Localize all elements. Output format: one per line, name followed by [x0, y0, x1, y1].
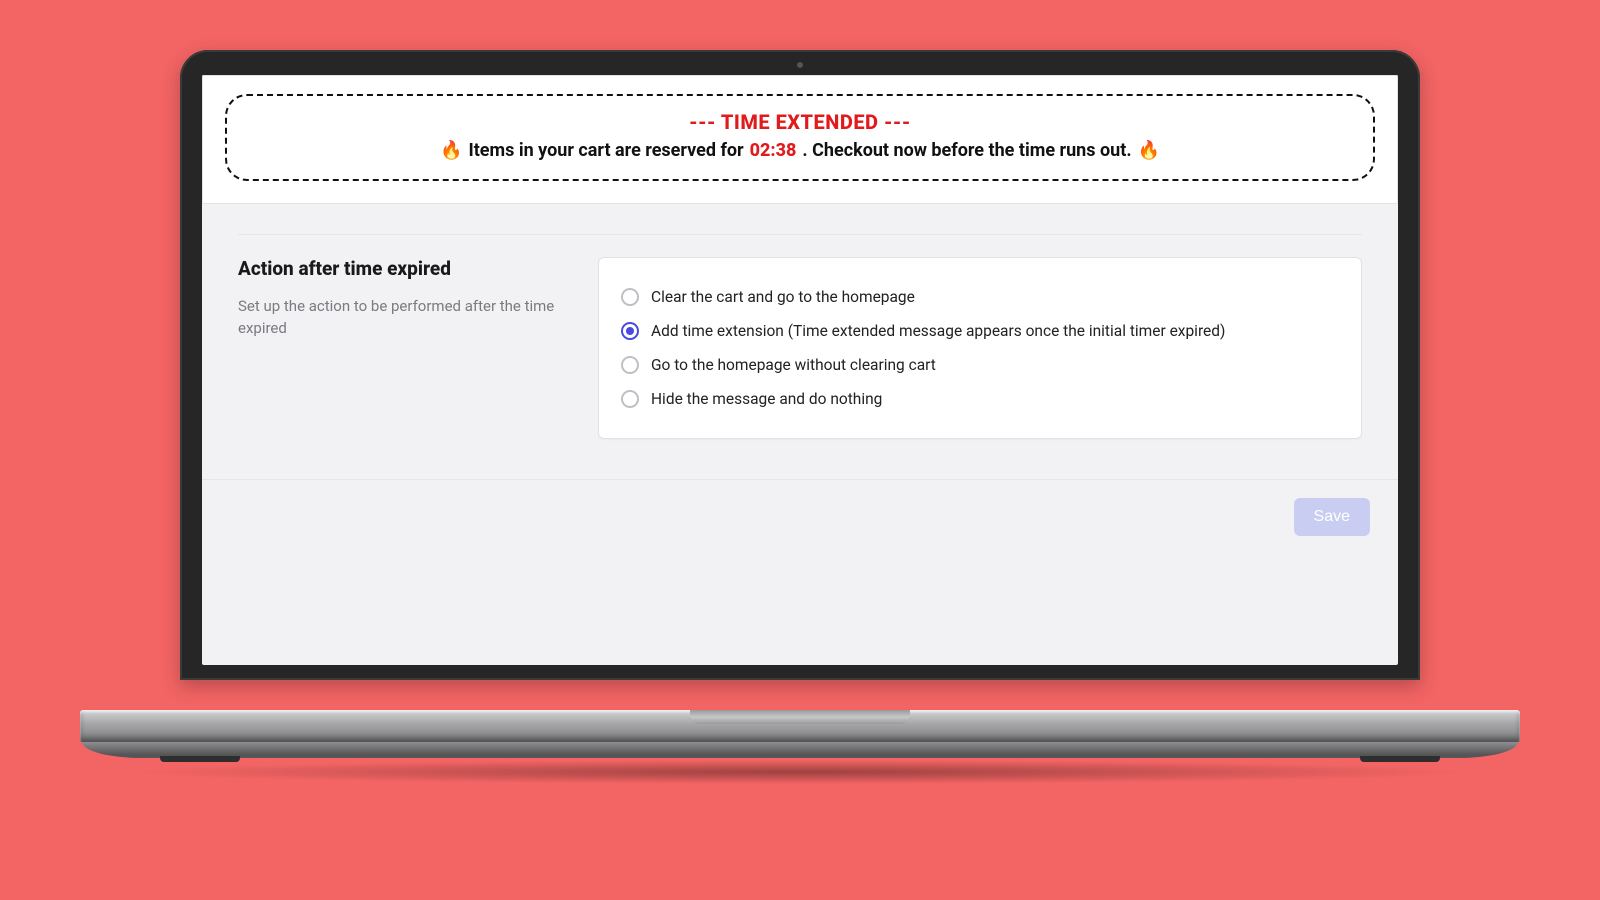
section-heading: Action after time expired [238, 257, 558, 280]
section-description: Set up the action to be performed after … [238, 296, 558, 340]
banner-container: --- TIME EXTENDED --- 🔥 Items in your ca… [202, 75, 1398, 204]
radio-option[interactable]: Go to the homepage without clearing cart [621, 348, 1339, 382]
radio-label: Hide the message and do nothing [651, 390, 882, 408]
laptop-base [82, 742, 1518, 758]
laptop-hinge [80, 710, 1520, 742]
banner-prefix: Items in your cart are reserved for [468, 140, 743, 161]
save-button[interactable]: Save [1294, 498, 1370, 536]
fire-icon: 🔥 [1138, 140, 1160, 161]
section-intro: Action after time expired Set up the act… [238, 257, 558, 439]
camera-dot [797, 62, 803, 68]
settings-section: Action after time expired Set up the act… [202, 204, 1398, 479]
radio-input[interactable] [621, 288, 639, 306]
laptop-shadow [130, 760, 1470, 784]
radio-input[interactable] [621, 356, 639, 374]
radio-label: Go to the homepage without clearing cart [651, 356, 936, 374]
radio-option[interactable]: Hide the message and do nothing [621, 382, 1339, 416]
fire-icon: 🔥 [440, 140, 462, 161]
footer-bar: Save [202, 479, 1398, 554]
radio-label: Add time extension (Time extended messag… [651, 322, 1225, 340]
radio-input[interactable] [621, 322, 639, 340]
laptop-frame: --- TIME EXTENDED --- 🔥 Items in your ca… [180, 50, 1420, 680]
banner-message: 🔥 Items in your cart are reserved for 02… [440, 140, 1160, 161]
radio-option[interactable]: Add time extension (Time extended messag… [621, 314, 1339, 348]
time-extended-banner: --- TIME EXTENDED --- 🔥 Items in your ca… [225, 94, 1375, 181]
screen-bezel: --- TIME EXTENDED --- 🔥 Items in your ca… [180, 50, 1420, 680]
banner-title: --- TIME EXTENDED --- [245, 110, 1355, 134]
options-card: Clear the cart and go to the homepage Add… [598, 257, 1362, 439]
radio-option[interactable]: Clear the cart and go to the homepage [621, 280, 1339, 314]
radio-label: Clear the cart and go to the homepage [651, 288, 915, 306]
divider [238, 234, 1362, 235]
screen: --- TIME EXTENDED --- 🔥 Items in your ca… [202, 75, 1398, 665]
banner-timer: 02:38 [750, 140, 797, 161]
radio-input[interactable] [621, 390, 639, 408]
banner-suffix: . Checkout now before the time runs out. [802, 140, 1131, 161]
